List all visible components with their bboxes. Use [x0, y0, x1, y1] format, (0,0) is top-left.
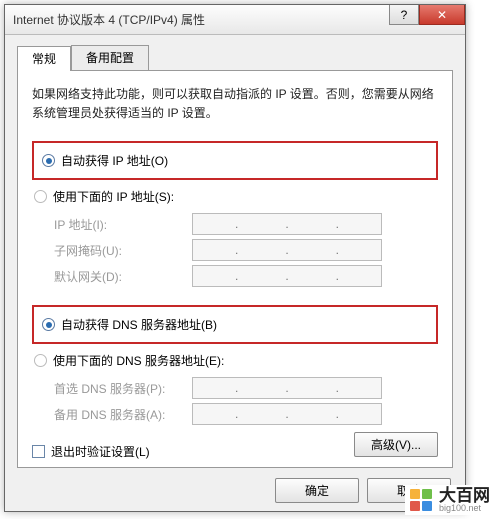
watermark-name: 大百网 [439, 487, 490, 504]
tab-alternate[interactable]: 备用配置 [71, 45, 149, 70]
row-gateway: 默认网关(D): ... [54, 265, 438, 287]
gateway-field: ... [192, 265, 382, 287]
dialog-body: 常规 备用配置 如果网络支持此功能，则可以获取自动指派的 IP 设置。否则，您需… [5, 35, 465, 511]
radio-ip-manual-label: 使用下面的 IP 地址(S): [53, 188, 174, 205]
help-button[interactable]: ? [389, 5, 419, 25]
radio-ip-auto-label: 自动获得 IP 地址(O) [61, 152, 168, 169]
radio-dns-manual-label: 使用下面的 DNS 服务器地址(E): [53, 352, 224, 369]
window-title: Internet 协议版本 4 (TCP/IPv4) 属性 [13, 11, 205, 28]
close-button[interactable]: ✕ [419, 5, 465, 25]
subnet-label: 子网掩码(U): [54, 242, 184, 259]
dns-pref-field: ... [192, 377, 382, 399]
radio-icon [34, 354, 47, 367]
radio-dns-manual[interactable]: 使用下面的 DNS 服务器地址(E): [32, 348, 438, 373]
dns-pref-label: 首选 DNS 服务器(P): [54, 380, 184, 397]
tab-strip: 常规 备用配置 [17, 45, 453, 70]
tab-panel-general: 如果网络支持此功能，则可以获取自动指派的 IP 设置。否则，您需要从网络系统管理… [17, 70, 453, 468]
watermark-domain: big100.net [439, 504, 490, 513]
ip-address-field: ... [192, 213, 382, 235]
gateway-label: 默认网关(D): [54, 268, 184, 285]
row-ip-address: IP 地址(I): ... [54, 213, 438, 235]
watermark: 大百网 big100.net [405, 485, 494, 515]
checkbox-icon [32, 445, 45, 458]
ip-address-label: IP 地址(I): [54, 216, 184, 233]
dialog-buttons: 确定 取消 [17, 478, 453, 503]
row-subnet: 子网掩码(U): ... [54, 239, 438, 261]
radio-icon [34, 190, 47, 203]
dns-auto-highlight: 自动获得 DNS 服务器地址(B) [32, 305, 438, 344]
watermark-text: 大百网 big100.net [439, 487, 490, 513]
advanced-row: 高级(V)... [354, 432, 438, 457]
advanced-button[interactable]: 高级(V)... [354, 432, 438, 457]
dialog-window: Internet 协议版本 4 (TCP/IPv4) 属性 ? ✕ 常规 备用配… [4, 4, 466, 512]
dns-alt-field: ... [192, 403, 382, 425]
ok-button[interactable]: 确定 [275, 478, 359, 503]
close-icon: ✕ [437, 8, 447, 22]
validate-label: 退出时验证设置(L) [51, 443, 150, 460]
watermark-logo-icon [409, 488, 433, 512]
radio-dns-auto[interactable]: 自动获得 DNS 服务器地址(B) [40, 312, 430, 337]
row-dns-pref: 首选 DNS 服务器(P): ... [54, 377, 438, 399]
radio-icon [42, 318, 55, 331]
subnet-field: ... [192, 239, 382, 261]
row-dns-alt: 备用 DNS 服务器(A): ... [54, 403, 438, 425]
titlebar: Internet 协议版本 4 (TCP/IPv4) 属性 ? ✕ [5, 5, 465, 35]
dns-alt-label: 备用 DNS 服务器(A): [54, 406, 184, 423]
radio-icon [42, 154, 55, 167]
help-icon: ? [401, 8, 408, 22]
tab-general[interactable]: 常规 [17, 46, 71, 71]
radio-dns-auto-label: 自动获得 DNS 服务器地址(B) [61, 316, 217, 333]
window-controls: ? ✕ [389, 5, 465, 25]
radio-ip-auto[interactable]: 自动获得 IP 地址(O) [40, 148, 430, 173]
intro-text: 如果网络支持此功能，则可以获取自动指派的 IP 设置。否则，您需要从网络系统管理… [32, 85, 438, 123]
radio-ip-manual[interactable]: 使用下面的 IP 地址(S): [32, 184, 438, 209]
ip-auto-highlight: 自动获得 IP 地址(O) [32, 141, 438, 180]
